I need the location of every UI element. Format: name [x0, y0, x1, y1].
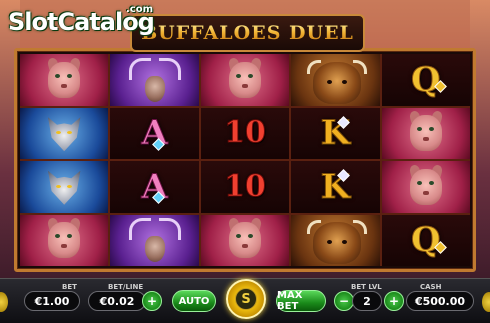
bison-symbol — [305, 218, 368, 265]
betlvl-value: 2 — [352, 291, 382, 311]
reel-cell — [291, 54, 380, 106]
ten-symbol: 10 — [224, 115, 267, 151]
wolf-symbol — [34, 111, 94, 155]
reel-cell — [381, 107, 470, 159]
betlvl-plus-button[interactable]: + — [384, 291, 404, 311]
deer-symbol — [125, 57, 185, 102]
cougar-symbol — [396, 163, 456, 209]
reel-cell — [20, 107, 109, 159]
cougar-symbol — [34, 217, 94, 262]
game-title-banner: BUFFALOES DUEL — [130, 14, 365, 52]
reel-cell — [110, 214, 199, 266]
reel-cell: Q — [381, 214, 470, 266]
ten-symbol: 10 — [224, 168, 267, 204]
betline-plus-button[interactable]: + — [142, 291, 162, 311]
reel-frame: Q A 10 K A 10 K Q — [14, 48, 476, 272]
q-symbol: Q — [410, 59, 441, 100]
reel-cell — [20, 161, 109, 213]
cougar-symbol — [396, 110, 456, 155]
bison-symbol — [305, 58, 368, 104]
cougar-symbol — [215, 56, 275, 102]
cougar-symbol — [34, 56, 94, 102]
reel-cell — [200, 54, 290, 106]
cougar-symbol — [215, 217, 275, 262]
betlvl-minus-button[interactable]: − — [334, 291, 354, 311]
bet-label: BET — [62, 283, 77, 291]
reel-cell: 10 — [200, 161, 290, 213]
reel-cell: Q — [381, 54, 470, 106]
cash-label: CASH — [420, 283, 442, 291]
settings-icon[interactable] — [482, 292, 490, 312]
max-bet-button[interactable]: MAX BET — [276, 290, 326, 312]
reel-cell — [200, 214, 290, 266]
reel-cell: K — [291, 161, 380, 213]
reel-cell — [20, 214, 109, 266]
deer-symbol — [125, 218, 185, 263]
betline-value: €0.02 — [88, 291, 146, 311]
spin-button[interactable]: S — [226, 279, 266, 319]
reel-cell: 10 — [200, 107, 290, 159]
wolf-symbol — [34, 165, 94, 209]
spin-icon: S — [235, 288, 257, 310]
auto-button[interactable]: AUTO — [172, 290, 216, 312]
reel-cell — [110, 54, 199, 106]
reel-cell — [20, 54, 109, 106]
reel-cell: K — [291, 107, 380, 159]
game-title: BUFFALOES DUEL — [141, 22, 354, 44]
reel-cell: A — [110, 161, 199, 213]
q-symbol: Q — [410, 220, 441, 261]
watermark-logo: SlotCatalog .com — [8, 4, 155, 36]
reel-cell — [291, 214, 380, 266]
reel-grid: Q A 10 K A 10 K Q — [20, 54, 470, 266]
cash-value: €500.00 — [406, 291, 474, 311]
reel-cell: A — [110, 107, 199, 159]
betlvl-label: BET LVL — [351, 283, 382, 291]
betline-label: BET/LINE — [108, 283, 144, 291]
reel-cell — [381, 161, 470, 213]
bet-value: €1.00 — [24, 291, 80, 311]
